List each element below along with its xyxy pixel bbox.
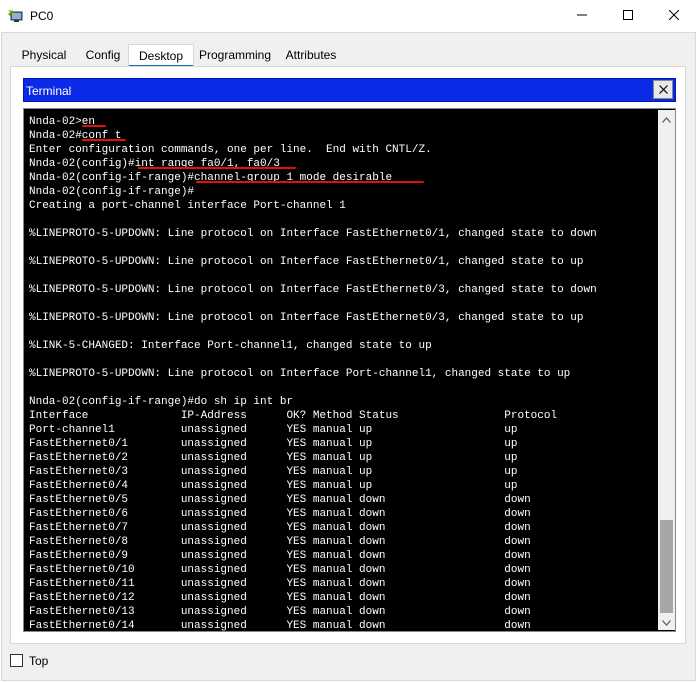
terminal-line: Nnda-02>en [29, 116, 96, 128]
terminal-text: Nnda-02>en Nnda-02#conf t Enter configurat… [29, 115, 597, 633]
terminal-line: FastEthernet0/11 unassigned YES manual d… [29, 578, 531, 590]
terminal-line: Nnda-02(config)#int range fa0/1, fa0/3 [29, 158, 280, 170]
tab-desktop[interactable]: Desktop [128, 44, 194, 68]
terminal-line: FastEthernet0/4 unassigned YES manual up… [29, 480, 518, 492]
minimize-icon [577, 9, 587, 23]
terminal-header: Terminal [23, 78, 676, 102]
close-icon [658, 83, 668, 97]
tab-programming[interactable]: Programming [194, 44, 276, 66]
terminal-line: FastEthernet0/6 unassigned YES manual do… [29, 508, 531, 520]
terminal-line: FastEthernet0/5 unassigned YES manual do… [29, 494, 531, 506]
window-title: PC0 [30, 9, 54, 23]
close-icon [668, 9, 680, 23]
terminal-line: Nnda-02(config-if-range)# [29, 186, 195, 198]
terminal-line: FastEthernet0/2 unassigned YES manual up… [29, 452, 518, 464]
terminal-line: FastEthernet0/1 unassigned YES manual up… [29, 438, 518, 450]
tab-config[interactable]: Config [78, 44, 128, 66]
scroll-up-button[interactable] [658, 110, 675, 127]
tab-label: Attributes [285, 48, 337, 62]
tab-label: Programming [198, 48, 272, 62]
maximize-button[interactable] [605, 0, 651, 32]
terminal-output[interactable]: Nnda-02>en Nnda-02#conf t Enter configurat… [23, 108, 676, 632]
top-checkbox[interactable] [10, 654, 23, 667]
terminal-line: Creating a port-channel interface Port-c… [29, 200, 346, 212]
terminal-line: FastEthernet0/7 unassigned YES manual do… [29, 522, 531, 534]
red-underline-annotation [196, 181, 424, 183]
tab-physical[interactable]: Physical [10, 44, 78, 66]
terminal-line: Interface IP-Address OK? Method Status P… [29, 410, 558, 422]
chevron-up-icon [662, 112, 671, 126]
terminal-line: FastEthernet0/9 unassigned YES manual do… [29, 550, 531, 562]
terminal-line: %LINEPROTO-5-UPDOWN: Line protocol on In… [29, 284, 597, 296]
top-checkbox-label: Top [29, 654, 49, 668]
tab-label: Desktop [138, 49, 184, 63]
tab-label: Physical [21, 48, 67, 62]
tab-attributes[interactable]: Attributes [278, 44, 344, 66]
close-button[interactable] [651, 0, 697, 32]
red-underline-annotation [138, 167, 296, 169]
scrollbar-thumb[interactable] [660, 520, 673, 613]
terminal-line: %LINEPROTO-5-UPDOWN: Line protocol on In… [29, 368, 571, 380]
terminal-line: %LINK-5-CHANGED: Interface Port-channel1… [29, 340, 432, 352]
red-underline-annotation [82, 139, 126, 141]
terminal-line: FastEthernet0/10 unassigned YES manual d… [29, 564, 531, 576]
maximize-icon [623, 9, 633, 23]
terminal-line: FastEthernet0/3 unassigned YES manual up… [29, 466, 518, 478]
terminal-line: %LINEPROTO-5-UPDOWN: Line protocol on In… [29, 312, 584, 324]
terminal-line: FastEthernet0/12 unassigned YES manual d… [29, 592, 531, 604]
terminal-line: %LINEPROTO-5-UPDOWN: Line protocol on In… [29, 228, 597, 240]
terminal-close-button[interactable] [653, 80, 673, 99]
chevron-down-icon [662, 615, 671, 629]
title-bar: PC0 [0, 0, 697, 32]
minimize-button[interactable] [559, 0, 605, 32]
terminal-line: FastEthernet0/14 unassigned YES manual d… [29, 620, 531, 632]
terminal-line: FastEthernet0/8 unassigned YES manual do… [29, 536, 531, 548]
red-underline-annotation [82, 125, 106, 127]
terminal-line: Nnda-02(config-if-range)#do sh ip int br [29, 396, 294, 408]
terminal-line: %LINEPROTO-5-UPDOWN: Line protocol on In… [29, 256, 584, 268]
scroll-down-button[interactable] [658, 613, 675, 630]
cisco-pc-icon [8, 9, 24, 23]
tab-label: Config [85, 48, 121, 62]
terminal-scrollbar[interactable] [658, 110, 675, 630]
terminal-line: FastEthernet0/13 unassigned YES manual d… [29, 606, 531, 618]
terminal-line: Port-channel1 unassigned YES manual up u… [29, 424, 518, 436]
terminal-title: Terminal [26, 84, 72, 98]
terminal-line: Enter configuration commands, one per li… [29, 144, 432, 156]
